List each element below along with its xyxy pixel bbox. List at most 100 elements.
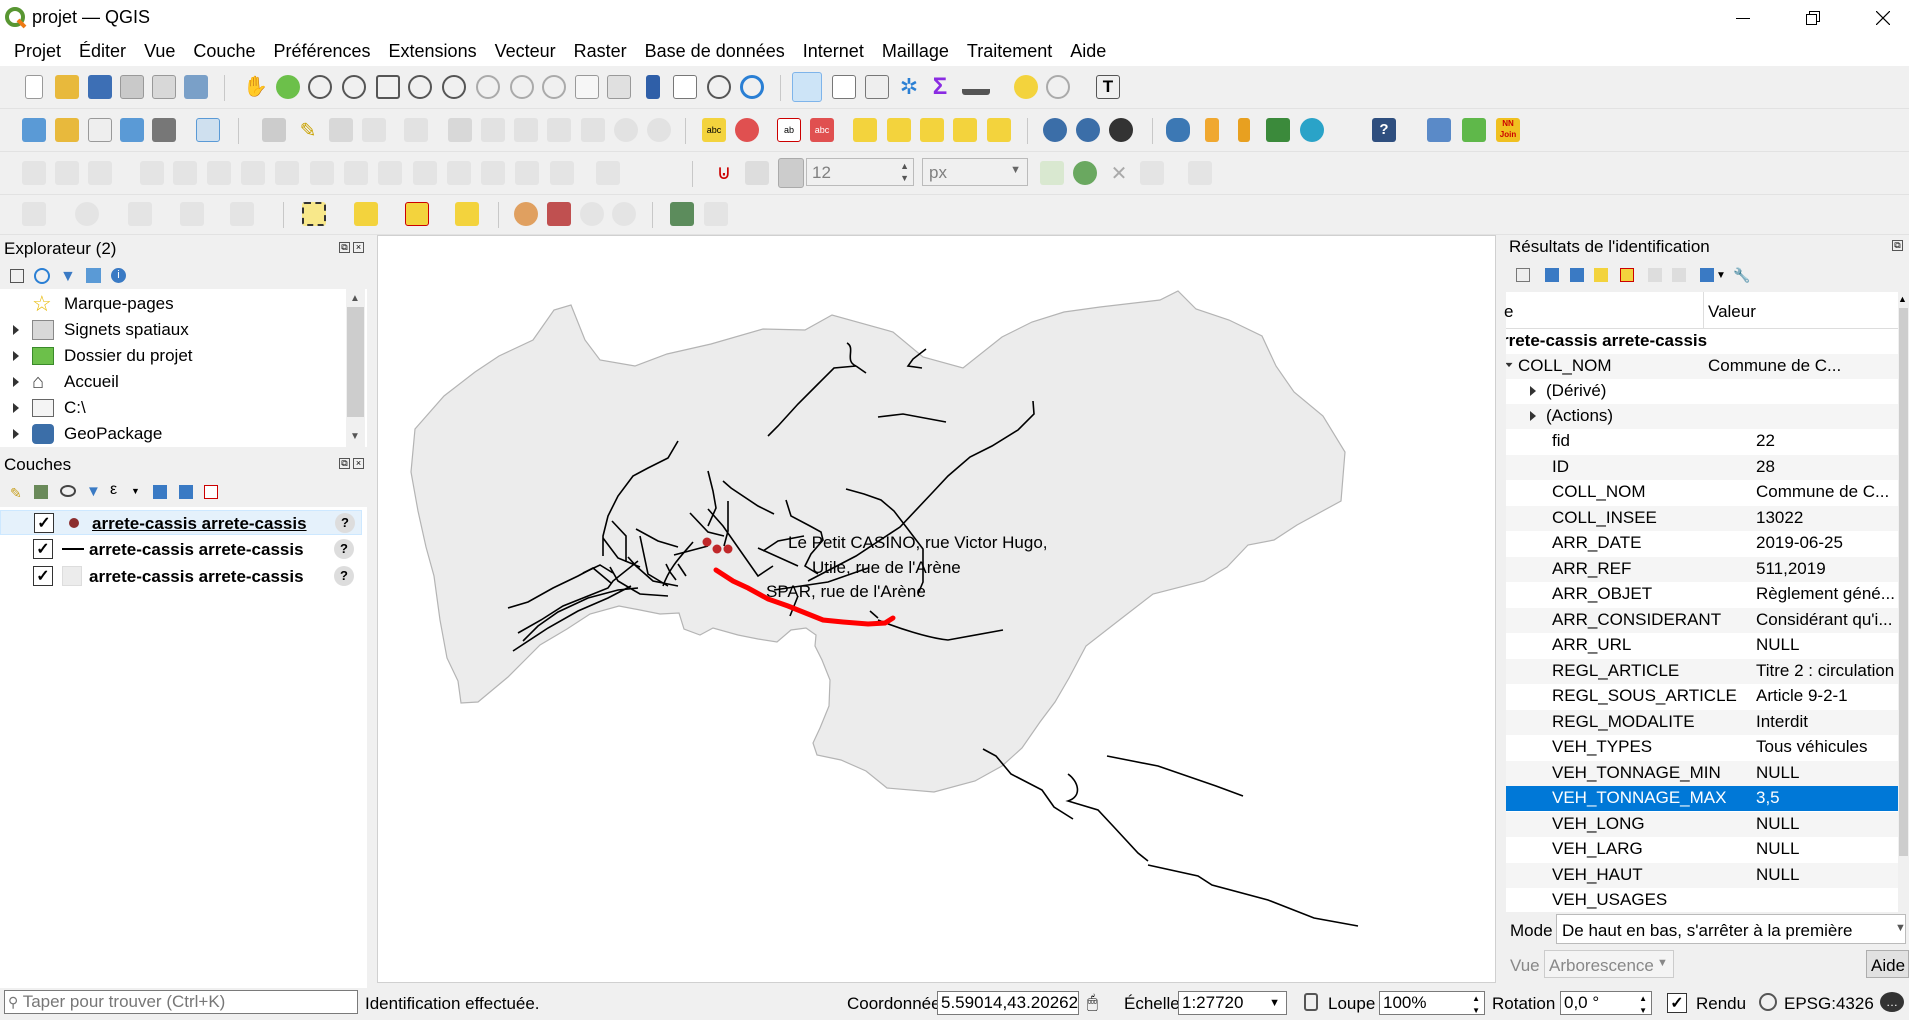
chevron-down-icon[interactable]: ▼	[131, 486, 140, 496]
statistics-icon[interactable]: Σ	[928, 75, 952, 99]
web-map-icon[interactable]	[1043, 118, 1067, 142]
column-header-feature[interactable]: e	[1504, 302, 1513, 322]
pin-labels-icon[interactable]	[853, 118, 877, 142]
split-parts-icon[interactable]	[481, 161, 505, 185]
restore-button[interactable]	[1785, 0, 1841, 36]
modify-attributes-icon[interactable]	[448, 118, 472, 142]
remove-layer-icon[interactable]	[204, 485, 218, 499]
menu-base-de-donnees[interactable]: Base de données	[636, 41, 794, 62]
reshape-icon[interactable]	[22, 161, 46, 185]
new-3d-map-icon[interactable]	[607, 75, 631, 99]
zoom-native-icon[interactable]	[476, 75, 500, 99]
expand-arrow-icon[interactable]	[0, 429, 32, 439]
crs-globe-icon[interactable]	[1759, 993, 1777, 1011]
rotate-feature-icon[interactable]	[344, 161, 368, 185]
plugin-person-icon[interactable]	[1205, 118, 1219, 142]
browser-scrollbar[interactable]: ▲ ▼	[346, 289, 365, 447]
magnifier-stepper[interactable]: 100% ▲ ▼	[1379, 991, 1485, 1015]
plugin-globe-icon[interactable]	[1300, 118, 1324, 142]
fill-ring-icon[interactable]	[140, 161, 164, 185]
collapse-arrow-icon[interactable]	[1506, 362, 1513, 368]
identify-feature-root[interactable]: COLL_NOM Commune de C...	[1506, 354, 1898, 379]
toolbox-icon[interactable]: ✲	[897, 75, 921, 99]
nn-join-icon[interactable]: NN Join	[1496, 118, 1520, 142]
expand-arrow-icon[interactable]	[0, 403, 32, 413]
undock-icon[interactable]: ⧉	[1892, 240, 1903, 251]
refresh-browser-icon[interactable]	[34, 268, 50, 284]
close-panel-icon[interactable]: ×	[353, 242, 364, 253]
field-calculator-icon[interactable]	[865, 75, 889, 99]
render-checkbox[interactable]: ✓	[1667, 993, 1687, 1013]
close-window-button[interactable]	[1855, 0, 1909, 36]
merge-features-icon[interactable]	[413, 161, 437, 185]
processing-tool-icon[interactable]	[670, 202, 694, 226]
map-svg[interactable]: Le Petit CASINO, rue Victor Hugo, Utile,…	[378, 236, 1497, 984]
unknown-crs-icon[interactable]: ?	[335, 513, 355, 533]
identify-attribute-row[interactable]: REGL_SOUS_ARTICLE Article 9-2-1	[1506, 684, 1898, 709]
expand-arrow-icon[interactable]	[0, 325, 32, 335]
browser-item-geopackage[interactable]: GeoPackage	[0, 421, 162, 447]
menu-internet[interactable]: Internet	[794, 41, 873, 62]
layer-row-polygons[interactable]: ✓ arrete-cassis arrete-cassis ?	[0, 564, 362, 589]
snapping-tolerance-stepper[interactable]: 12 ▲ ▼	[806, 158, 914, 186]
zoom-out-icon[interactable]	[342, 75, 366, 99]
identify-attribute-row[interactable]: VEH_TONNAGE_MAX 3,5	[1506, 786, 1898, 811]
menu-couche[interactable]: Couche	[184, 41, 264, 62]
stepper-up-icon[interactable]: ▲	[900, 161, 909, 171]
messages-icon[interactable]: …	[1880, 992, 1904, 1012]
filter-legend-icon[interactable]: ▼	[86, 483, 101, 500]
filter-expression-icon[interactable]: ε	[110, 481, 117, 499]
layout-manager-icon[interactable]	[152, 75, 176, 99]
scroll-thumb[interactable]	[1899, 308, 1908, 856]
stepper-down-icon[interactable]: ▼	[1639, 1000, 1647, 1014]
identify-attribute-row[interactable]: ARR_DATE 2019-06-25	[1506, 531, 1898, 556]
browser-item-dossier-du-projet[interactable]: Dossier du projet	[0, 343, 193, 369]
add-group-icon[interactable]	[34, 485, 48, 499]
browser-item-marque-pages[interactable]: ☆ Marque-pages	[0, 291, 174, 317]
menu-vecteur[interactable]: Vecteur	[486, 41, 565, 62]
snapping-mode-icon[interactable]	[745, 161, 769, 185]
processing-model-icon[interactable]	[547, 202, 571, 226]
rectangle-digitizing-icon[interactable]	[180, 202, 204, 226]
menu-vue[interactable]: Vue	[135, 41, 184, 62]
scale-select[interactable]: 1:27720 ▼	[1178, 991, 1287, 1015]
manage-themes-icon[interactable]	[60, 485, 76, 497]
collapse-all-layers-icon[interactable]	[179, 485, 193, 499]
polygon-digitizing-icon[interactable]	[230, 202, 254, 226]
scroll-up-icon[interactable]: ▲	[350, 293, 360, 304]
delete-ring-icon[interactable]	[173, 161, 197, 185]
identify-attribute-row[interactable]: COLL_NOM Commune de C...	[1506, 480, 1898, 505]
new-shapefile-layer-icon[interactable]	[88, 118, 112, 142]
expand-arrow-icon[interactable]	[1530, 386, 1536, 396]
topological-editing-icon[interactable]	[1040, 161, 1064, 185]
collapse-tree-icon[interactable]	[1570, 268, 1584, 282]
undock-icon[interactable]: ⧉	[339, 242, 350, 253]
offset-curve-icon[interactable]	[275, 161, 299, 185]
close-panel-icon[interactable]: ×	[353, 458, 364, 469]
help-button[interactable]: Aide	[1866, 950, 1909, 978]
layer-row-points[interactable]: ✓ arrete-cassis arrete-cassis ?	[0, 510, 362, 535]
identify-attribute-row[interactable]: COLL_INSEE 13022	[1506, 505, 1898, 531]
change-label-icon[interactable]	[987, 118, 1011, 142]
zoom-to-selection-icon[interactable]	[408, 75, 432, 99]
locator-search-input[interactable]: ⚲ Taper pour trouver (Ctrl+K)	[4, 990, 358, 1014]
menu-raster[interactable]: Raster	[565, 41, 636, 62]
coordinate-toggle-icon[interactable]: 🖱	[1087, 992, 1098, 1013]
save-edits-icon[interactable]	[329, 118, 353, 142]
identify-attribute-row[interactable]: VEH_TONNAGE_MIN NULL	[1506, 760, 1898, 786]
align-rotate-icon[interactable]	[596, 161, 620, 185]
identify-features-icon[interactable]	[792, 72, 822, 102]
identify-attribute-row[interactable]: ARR_URL NULL	[1506, 633, 1898, 658]
toggle-editing-icon[interactable]: ✎	[296, 118, 320, 142]
new-bookmark-icon[interactable]	[646, 75, 660, 99]
deselect-features-icon[interactable]	[405, 202, 429, 226]
help-icon[interactable]: ?	[1372, 118, 1396, 142]
identify-attribute-row[interactable]: REGL_ARTICLE Titre 2 : circulation	[1506, 658, 1898, 684]
unknown-crs-icon[interactable]: ?	[334, 566, 354, 586]
show-hide-labels-icon[interactable]	[887, 118, 911, 142]
zoom-last-icon[interactable]	[510, 75, 534, 99]
identify-attribute-row[interactable]: ARR_REF 511,2019	[1506, 556, 1898, 582]
minimize-button[interactable]	[1715, 0, 1771, 36]
ellipse-digitizing-icon[interactable]	[128, 202, 152, 226]
add-part-icon[interactable]	[207, 161, 231, 185]
